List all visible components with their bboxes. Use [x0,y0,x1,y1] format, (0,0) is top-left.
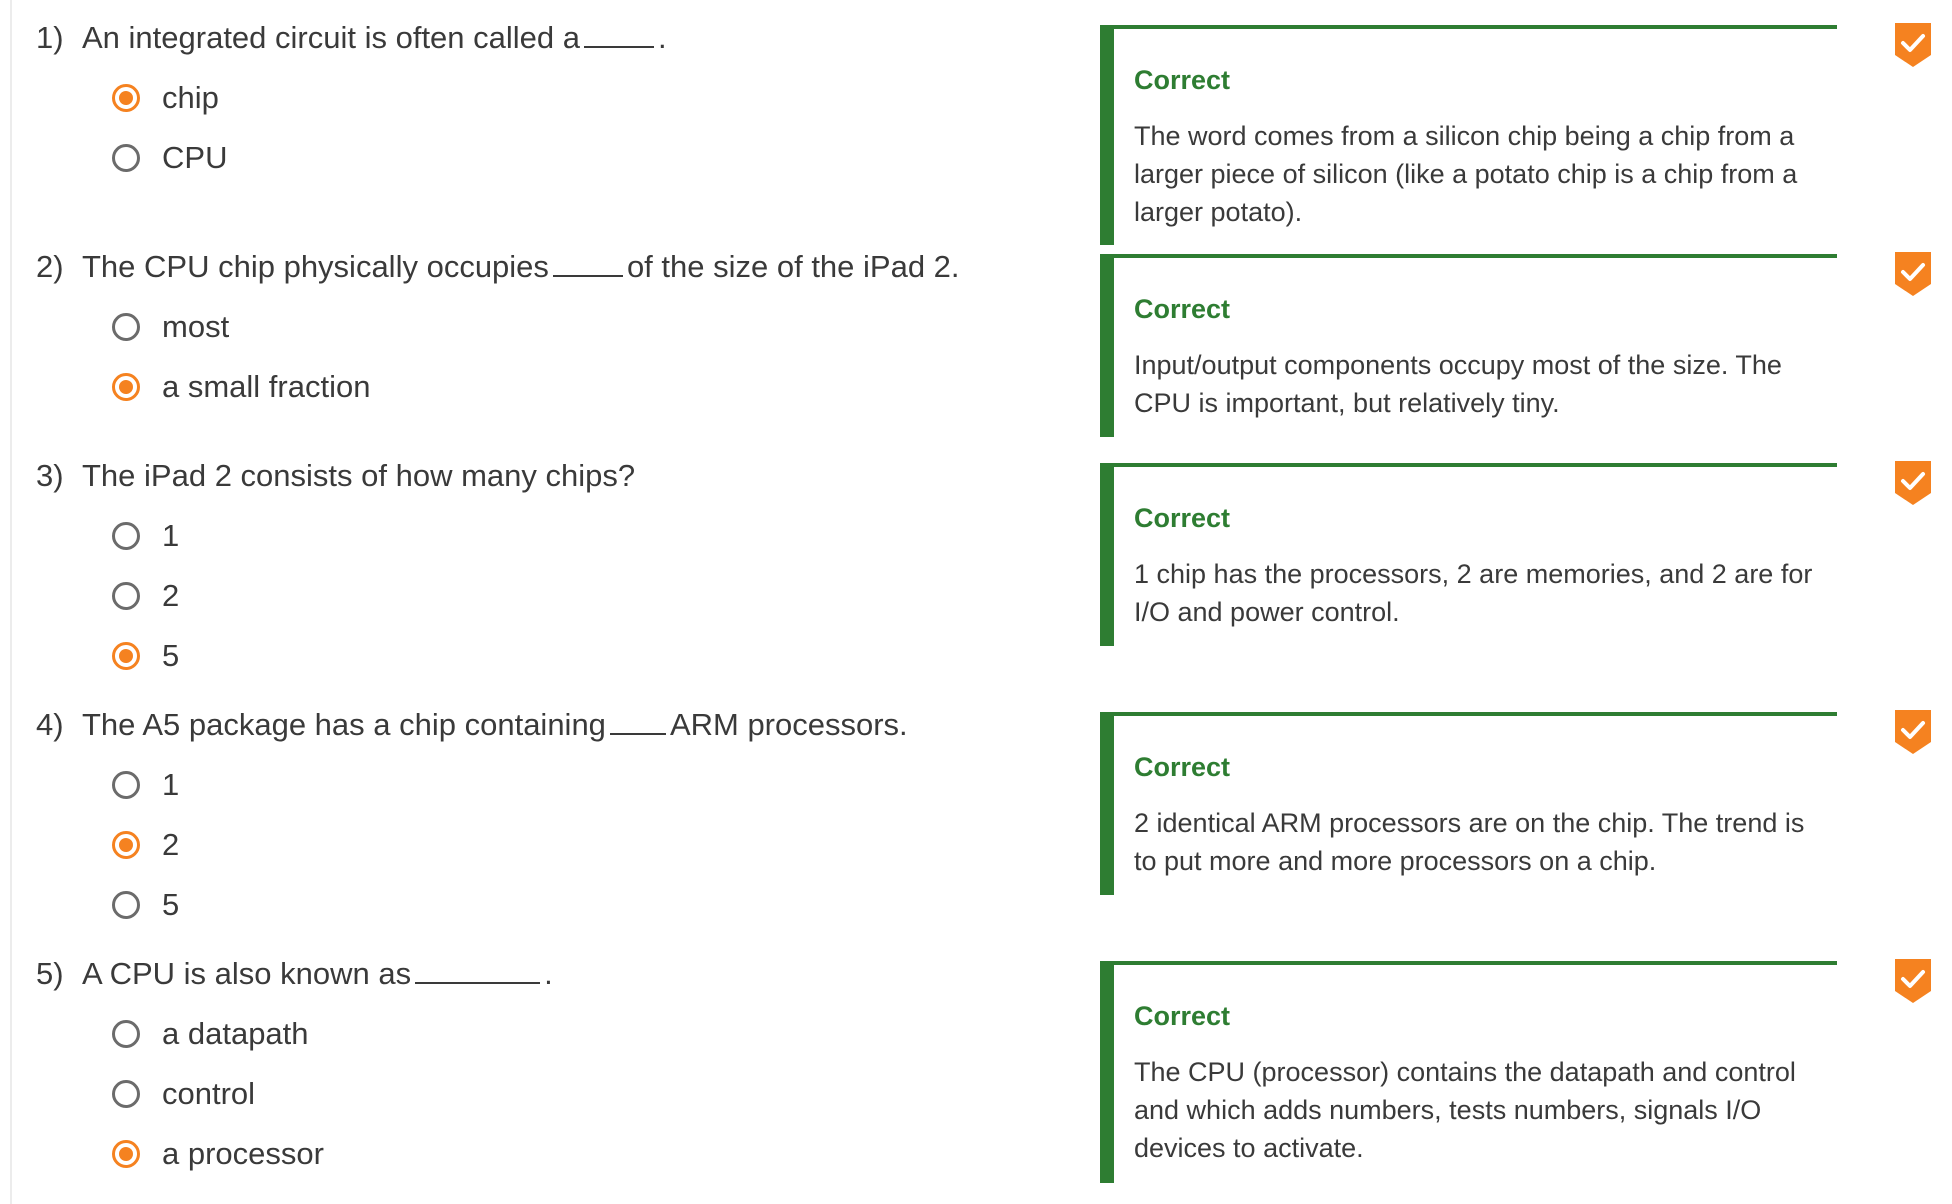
option-label: a small fraction [162,369,371,404]
prompt-text-after: ARM processors. [669,707,908,742]
question-prompt: 2) The CPU chip physically occupies of the… [36,247,960,287]
option-label: a processor [162,1136,324,1171]
option-5[interactable]: 5 [112,875,179,935]
feedback-text: The word comes from a silicon chip being… [1134,121,1798,227]
feedback-box-5: Correct The CPU (processor) contains the… [1100,961,1837,1183]
prompt-text-after: . [658,20,667,55]
feedback-title: Correct [1134,752,1231,782]
feedback-box-3: Correct 1 chip has the processors, 2 are… [1100,463,1837,646]
prompt-text-before: An integrated circuit is often called a [82,20,580,55]
radio-selected-icon[interactable] [112,1140,140,1168]
option-label: chip [162,80,219,115]
checkmark-badge-icon [1895,959,1931,1003]
feedback-text: The CPU (processor) contains the datapat… [1134,1057,1796,1163]
option-label: 1 [162,767,180,802]
feedback-title: Correct [1134,65,1231,95]
radio-unselected-icon[interactable] [112,144,140,172]
feedback-text: 2 identical ARM processors are on the ch… [1134,808,1805,876]
radio-unselected-icon[interactable] [112,771,140,799]
prompt-text-after: . [544,956,553,991]
option-label: 5 [162,887,180,922]
question-number: 5) [36,956,64,991]
feedback-box-2: Correct Input/output components occupy m… [1100,254,1837,437]
radio-unselected-icon[interactable] [112,1080,140,1108]
feedback-box-1: Correct The word comes from a silicon ch… [1100,25,1837,245]
feedback-title: Correct [1134,1001,1231,1031]
question-prompt: 4) The A5 package has a chip containing AR… [36,705,908,745]
option-1[interactable]: 1 [112,506,179,566]
option-a-datapath[interactable]: a datapath [112,1004,324,1064]
radio-unselected-icon[interactable] [112,891,140,919]
prompt-text-before: A CPU is also known as [82,956,412,991]
option-chip[interactable]: chip [112,68,227,128]
question-number: 4) [36,707,64,742]
answer-blank [584,20,654,48]
checkmark-badge-icon [1895,461,1931,505]
option-label: control [162,1076,256,1111]
option-2[interactable]: 2 [112,566,179,626]
radio-selected-icon[interactable] [112,642,140,670]
feedback-text: Input/output components occupy most of t… [1134,350,1782,418]
option-2[interactable]: 2 [112,815,179,875]
option-label: 2 [162,827,180,862]
prompt-text-before: The CPU chip physically occupies [82,249,549,284]
question-number: 2) [36,249,64,284]
option-control[interactable]: control [112,1064,324,1124]
answer-blank [415,956,541,984]
radio-unselected-icon[interactable] [112,1020,140,1048]
answer-options: chip CPU [112,68,227,188]
question-prompt: 1) An integrated circuit is often called … [36,18,667,58]
option-label: 2 [162,578,180,613]
radio-selected-icon[interactable] [112,84,140,112]
option-5[interactable]: 5 [112,626,179,686]
feedback-title: Correct [1134,294,1231,324]
checkmark-badge-icon [1895,710,1931,754]
option-most[interactable]: most [112,297,370,357]
feedback-title: Correct [1134,503,1231,533]
answer-blank [609,707,666,735]
question-prompt: 5) A CPU is also known as. [36,954,553,994]
answer-options: a datapath control a processor [112,1004,324,1184]
radio-unselected-icon[interactable] [112,522,140,550]
question-number: 3) [36,458,64,493]
option-label: CPU [162,140,228,175]
answer-blank [552,249,623,277]
option-label: most [162,309,230,344]
option-a-small-fraction[interactable]: a small fraction [112,357,370,417]
content-left-border [10,0,12,1204]
radio-selected-icon[interactable] [112,831,140,859]
option-label: 5 [162,638,180,673]
answer-options: most a small fraction [112,297,370,417]
radio-unselected-icon[interactable] [112,582,140,610]
option-1[interactable]: 1 [112,755,179,815]
prompt-text-before: The iPad 2 consists of how many chips? [82,458,636,493]
radio-unselected-icon[interactable] [112,313,140,341]
answer-options: 1 2 5 [112,755,179,935]
option-cpu[interactable]: CPU [112,128,227,188]
radio-selected-icon[interactable] [112,373,140,401]
option-label: a datapath [162,1016,309,1051]
option-a-processor[interactable]: a processor [112,1124,324,1184]
option-label: 1 [162,518,180,553]
checkmark-badge-icon [1895,252,1931,296]
feedback-text: 1 chip has the processors, 2 are memorie… [1134,559,1813,627]
question-prompt: 3) The iPad 2 consists of how many chips? [36,456,635,496]
prompt-text-after: of the size of the iPad 2. [626,249,960,284]
feedback-box-4: Correct 2 identical ARM processors are o… [1100,712,1837,895]
question-number: 1) [36,20,64,55]
checkmark-badge-icon [1895,23,1931,67]
answer-options: 1 2 5 [112,506,179,686]
prompt-text-before: The A5 package has a chip containing [82,707,606,742]
